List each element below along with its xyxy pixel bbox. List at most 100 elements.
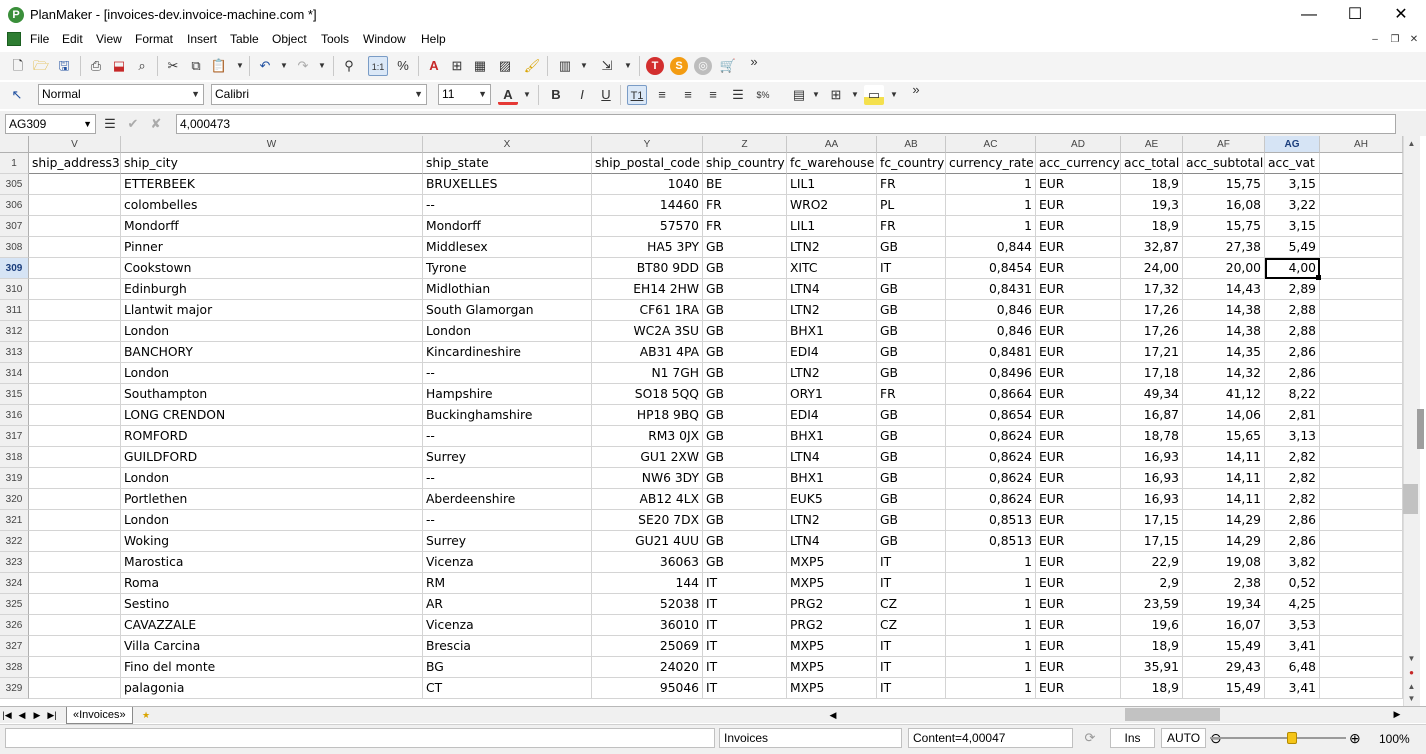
grid-cell[interactable] xyxy=(1320,468,1403,489)
browse-object-icon[interactable]: ● xyxy=(1404,666,1419,680)
grid-cell[interactable]: FR xyxy=(703,195,787,216)
grid-cell[interactable]: IT xyxy=(877,678,946,699)
grid-cell[interactable]: IT xyxy=(703,636,787,657)
grid-cell[interactable] xyxy=(1320,573,1403,594)
grid-cell[interactable] xyxy=(1320,678,1403,699)
grid-cell[interactable]: LTN2 xyxy=(787,237,877,258)
grid-cell[interactable]: GB xyxy=(877,489,946,510)
grid-cell[interactable]: IT xyxy=(877,573,946,594)
grid-cell[interactable]: GB xyxy=(877,531,946,552)
grid-cell[interactable]: 14460 xyxy=(592,195,703,216)
toolbar2-overflow-icon[interactable]: » xyxy=(906,80,926,100)
grid-cell[interactable]: EUR xyxy=(1036,615,1121,636)
grid-cell[interactable]: 2,86 xyxy=(1265,363,1320,384)
grid-cell[interactable]: London xyxy=(121,321,423,342)
grid-cell[interactable]: 2,82 xyxy=(1265,468,1320,489)
maximize-button[interactable]: ☐ xyxy=(1332,0,1378,30)
grid-cell[interactable]: N1 7GH xyxy=(592,363,703,384)
font-color-dropdown-icon[interactable]: ▼ xyxy=(522,85,532,105)
grid-cell[interactable] xyxy=(29,531,121,552)
grid-cell[interactable]: -- xyxy=(423,195,592,216)
grid-cell[interactable]: Vicenza xyxy=(423,615,592,636)
zoom-slider-track[interactable] xyxy=(1210,737,1346,739)
redo-dropdown-icon[interactable]: ▼ xyxy=(317,56,327,76)
horizontal-scroll-thumb[interactable] xyxy=(1125,708,1220,721)
field-header-cell[interactable]: ship_state xyxy=(423,153,592,174)
row-header[interactable]: 314 xyxy=(0,363,29,384)
grid-cell[interactable]: 1 xyxy=(946,174,1036,195)
zoom-slider-knob[interactable] xyxy=(1287,732,1297,744)
grid-cell[interactable]: 17,26 xyxy=(1121,300,1183,321)
grid-cell[interactable]: 14,43 xyxy=(1183,279,1265,300)
grid-cell[interactable]: Kincardineshire xyxy=(423,342,592,363)
row-header[interactable]: 328 xyxy=(0,657,29,678)
grid-cell[interactable]: LONG CRENDON xyxy=(121,405,423,426)
softmaker-icon[interactable]: S xyxy=(670,57,688,75)
column-header-ag[interactable]: AG xyxy=(1265,136,1320,153)
grid-cell[interactable]: 20,00 xyxy=(1183,258,1265,279)
grid-cell[interactable]: Middlesex xyxy=(423,237,592,258)
grid-cell[interactable]: Buckinghamshire xyxy=(423,405,592,426)
first-sheet-icon[interactable]: |◀ xyxy=(0,709,14,722)
grid-cell[interactable]: 14,38 xyxy=(1183,300,1265,321)
grid-cell[interactable]: Surrey xyxy=(423,531,592,552)
grid-cell[interactable]: 3,82 xyxy=(1265,552,1320,573)
grid-cell[interactable]: 14,11 xyxy=(1183,489,1265,510)
status-calc-mode[interactable]: AUTO xyxy=(1161,728,1206,748)
grid-cell[interactable]: EDI4 xyxy=(787,405,877,426)
scroll-right-icon[interactable]: ▶ xyxy=(1390,708,1404,721)
select-all-corner[interactable] xyxy=(0,136,29,153)
grid-cell[interactable]: EUR xyxy=(1036,510,1121,531)
grid-cell[interactable]: 0,8431 xyxy=(946,279,1036,300)
grid-cell[interactable]: IT xyxy=(877,258,946,279)
accept-entry-icon[interactable]: ✔ xyxy=(123,114,143,134)
grid-cell[interactable]: 16,93 xyxy=(1121,447,1183,468)
spreadsheet-doc-icon[interactable] xyxy=(7,32,21,46)
grid-cell[interactable]: 2,86 xyxy=(1265,531,1320,552)
grid-cell[interactable]: 1 xyxy=(946,552,1036,573)
grid-cell[interactable]: EUR xyxy=(1036,300,1121,321)
grid-cell[interactable]: GB xyxy=(877,279,946,300)
grid-cell[interactable] xyxy=(29,384,121,405)
active-cell[interactable]: 4,00 xyxy=(1265,258,1320,279)
grid-cell[interactable] xyxy=(1320,342,1403,363)
grid-cell[interactable]: 2,89 xyxy=(1265,279,1320,300)
grid-cell[interactable]: GB xyxy=(877,300,946,321)
menu-insert[interactable]: Insert xyxy=(187,32,217,46)
grid-cell[interactable]: Marostica xyxy=(121,552,423,573)
row-header[interactable]: 316 xyxy=(0,405,29,426)
field-header-cell[interactable]: acc_subtotal xyxy=(1183,153,1265,174)
field-header-cell[interactable]: acc_vat xyxy=(1265,153,1320,174)
grid-cell[interactable]: 17,32 xyxy=(1121,279,1183,300)
grid-cell[interactable]: 2,88 xyxy=(1265,300,1320,321)
column-header-w[interactable]: W xyxy=(121,136,423,153)
grid-cell[interactable]: 1 xyxy=(946,678,1036,699)
grid-cell[interactable]: 0,846 xyxy=(946,300,1036,321)
fill-dropdown-icon[interactable]: ▼ xyxy=(623,56,633,76)
grid-cell[interactable]: Vicenza xyxy=(423,552,592,573)
grid-cell[interactable]: London xyxy=(121,363,423,384)
grid-cell[interactable] xyxy=(29,657,121,678)
grid-cell[interactable]: Mondorff xyxy=(423,216,592,237)
grid-cell[interactable]: 0,8513 xyxy=(946,531,1036,552)
grid-cell[interactable]: GU1 2XW xyxy=(592,447,703,468)
grid-cell[interactable]: LTN2 xyxy=(787,510,877,531)
grid-cell[interactable]: WC2A 3SU xyxy=(592,321,703,342)
grid-cell[interactable]: 2,86 xyxy=(1265,342,1320,363)
grid-cell[interactable]: 18,78 xyxy=(1121,426,1183,447)
zoom-percent-icon[interactable]: % xyxy=(393,56,413,76)
toolbar-overflow-icon[interactable]: » xyxy=(744,52,764,72)
grid-cell[interactable] xyxy=(29,321,121,342)
grid-cell[interactable]: 15,75 xyxy=(1183,216,1265,237)
grid-cell[interactable]: 1040 xyxy=(592,174,703,195)
grid-cell[interactable]: EUK5 xyxy=(787,489,877,510)
grid-cell[interactable]: GB xyxy=(703,489,787,510)
grid-cell[interactable]: BG xyxy=(423,657,592,678)
font-size-dropdown-icon[interactable]: ▼ xyxy=(478,85,487,104)
grid-cell[interactable] xyxy=(29,405,121,426)
grid-cell[interactable]: 35,91 xyxy=(1121,657,1183,678)
grid-cell[interactable]: 19,08 xyxy=(1183,552,1265,573)
grid-cell[interactable]: EUR xyxy=(1036,678,1121,699)
spreadsheet-grid[interactable]: V W X Y Z AA AB AC AD AE AF AG AH 1 ship_address3 ship_… xyxy=(0,136,1403,706)
grid-cell[interactable]: London xyxy=(121,510,423,531)
